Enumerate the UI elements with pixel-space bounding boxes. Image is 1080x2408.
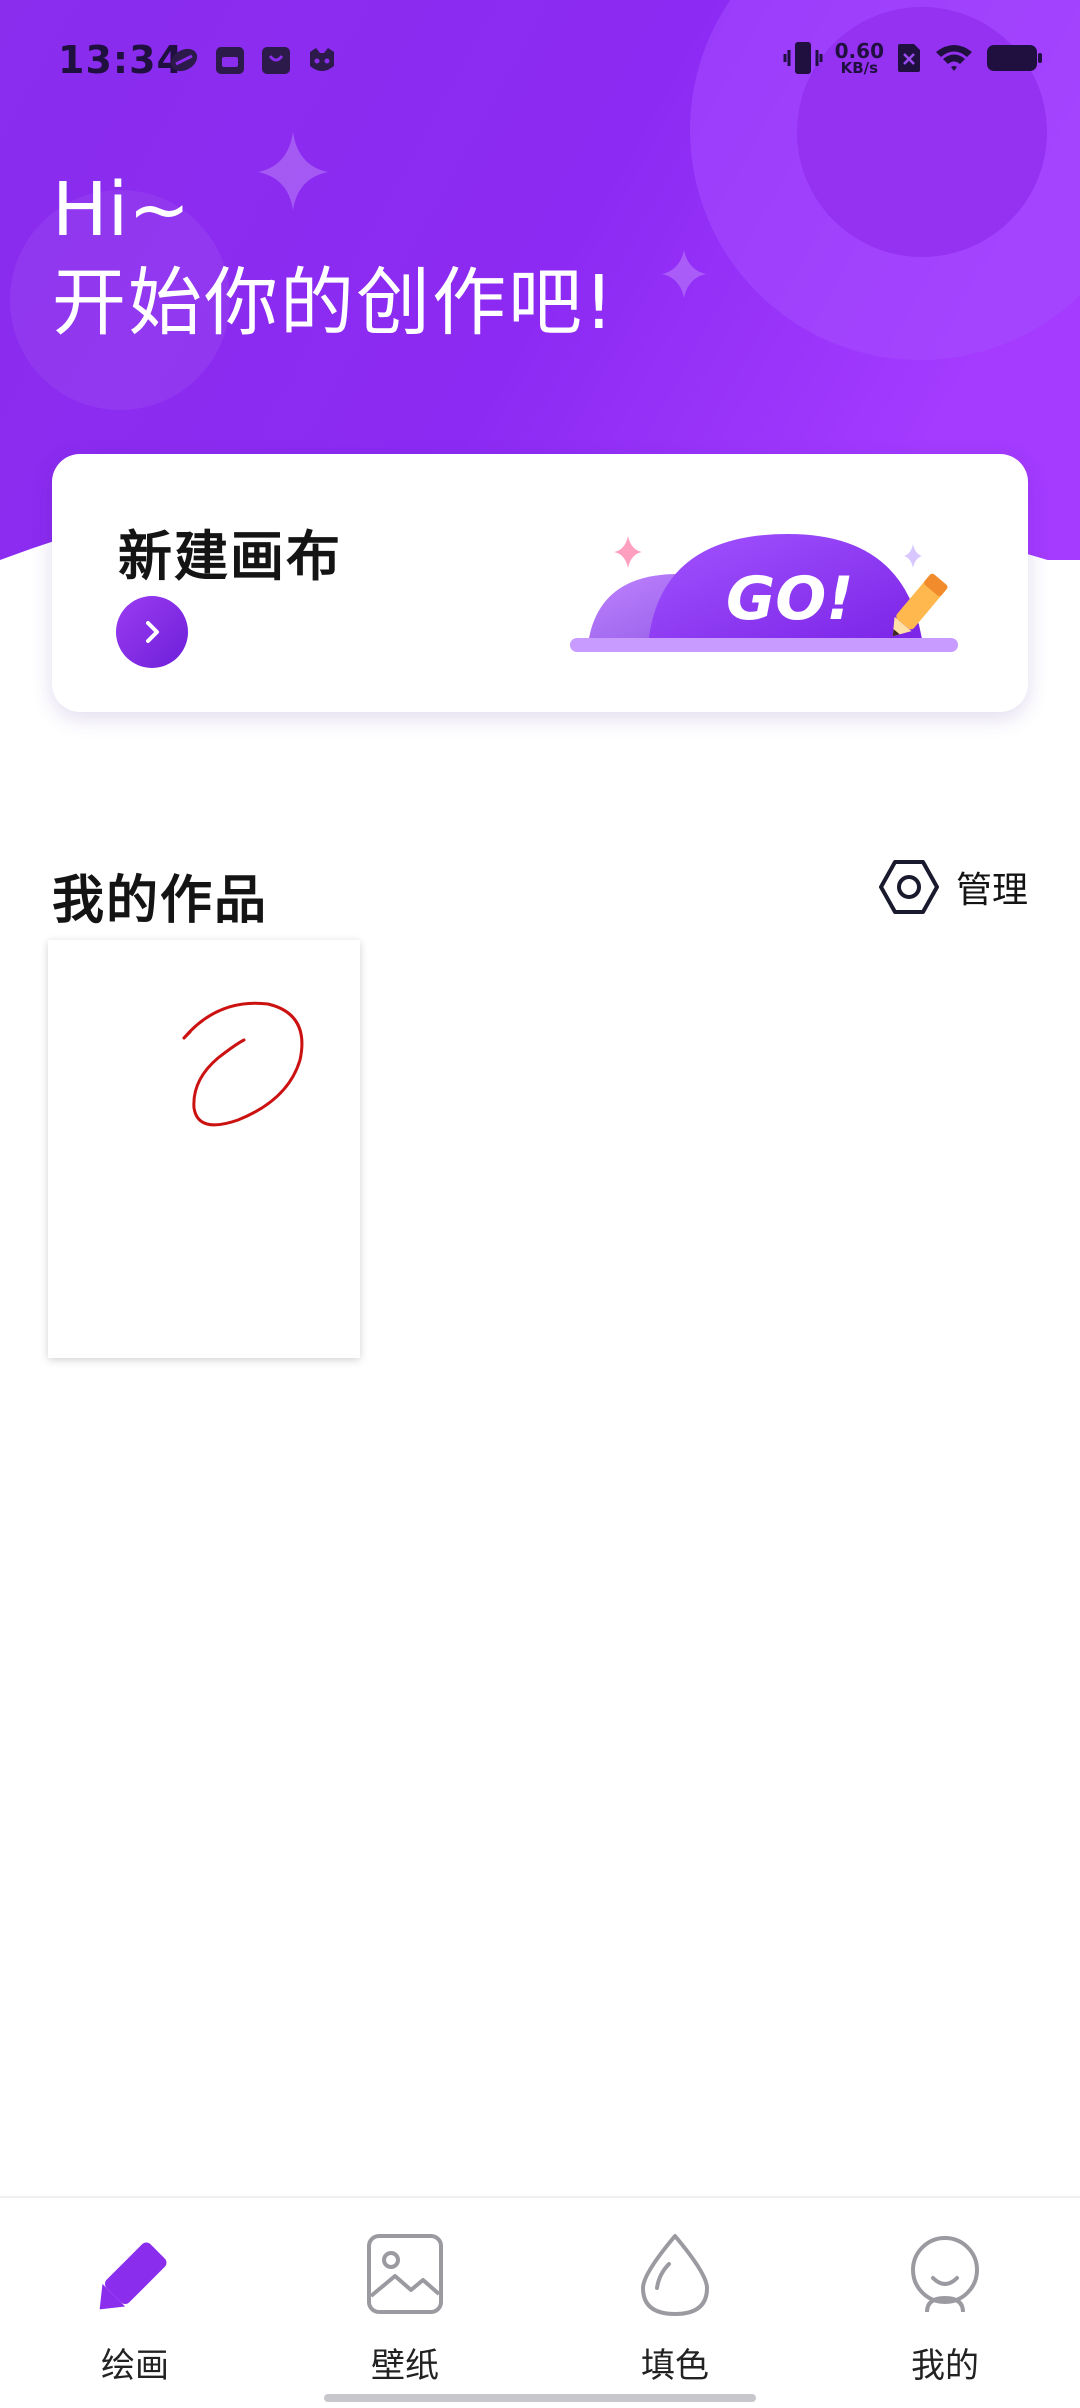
tab-mine-label: 我的 <box>911 2346 979 2386</box>
drop-icon <box>641 2234 709 2316</box>
battery-icon <box>987 45 1042 71</box>
status-bar: 13:34 0.60 KB/s <box>0 0 1080 128</box>
wifi-icon <box>936 45 972 71</box>
vibrate-icon <box>783 42 823 74</box>
tab-wallpaper-label: 壁纸 <box>371 2346 439 2386</box>
tab-drawing-label: 绘画 <box>101 2346 169 2386</box>
chevron-right-icon <box>146 621 159 643</box>
image-icon <box>367 2234 443 2314</box>
net-speed: 0.60 KB/s <box>834 38 884 77</box>
tab-wallpaper[interactable]: 壁纸 <box>270 2198 540 2398</box>
manage-button[interactable]: 管理 <box>878 856 1028 918</box>
new-canvas-card[interactable]: 新建画布 GO! <box>52 454 1028 712</box>
scribble-drawing <box>182 1001 304 1127</box>
calendar-notification-icon <box>214 44 246 76</box>
go-illustration: GO! <box>570 534 958 652</box>
settings-hexagon-icon <box>878 860 939 914</box>
notification-icons <box>168 44 338 76</box>
go-art-text: GO! <box>726 564 854 634</box>
greeting-start-creating: 开始你的创作吧! <box>52 260 616 346</box>
my-works-title: 我的作品 <box>52 871 269 931</box>
greeting-hi: Hi~ <box>52 167 191 253</box>
new-canvas-arrow-button[interactable] <box>116 596 188 668</box>
app-notification-icon <box>168 44 200 76</box>
system-status-icons: 0.60 KB/s <box>783 40 1044 76</box>
shop-notification-icon <box>260 44 292 76</box>
status-time: 13:34 <box>58 38 184 82</box>
tab-coloring[interactable]: 填色 <box>540 2198 810 2398</box>
artwork-thumbnail[interactable] <box>48 940 360 1358</box>
tab-mine[interactable]: 我的 <box>810 2198 1080 2398</box>
manage-label: 管理 <box>955 870 1028 911</box>
new-canvas-title: 新建画布 <box>118 525 342 588</box>
no-sim-icon <box>898 44 920 72</box>
cat-notification-icon <box>306 44 338 76</box>
pencil-icon <box>99 2242 167 2310</box>
tab-drawing[interactable]: 绘画 <box>0 2198 270 2398</box>
profile-icon <box>911 2236 979 2313</box>
bottom-nav: 绘画 壁纸 填色 我的 <box>0 2196 1080 2408</box>
tab-coloring-label: 填色 <box>641 2346 709 2386</box>
home-indicator[interactable] <box>324 2394 756 2402</box>
